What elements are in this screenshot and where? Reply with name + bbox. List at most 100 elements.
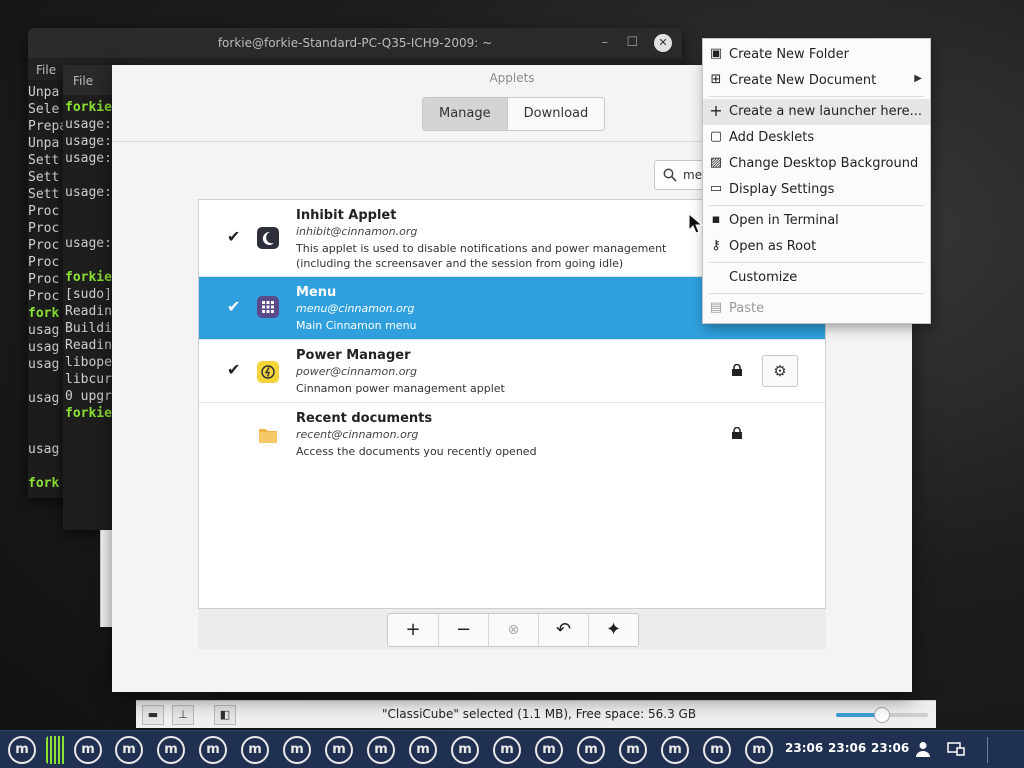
menu-item-create-launcher[interactable]: + Create a new launcher here... — [703, 99, 930, 125]
applet-uuid: inhibit@cinnamon.org — [296, 225, 418, 238]
applet-name: Power Manager — [296, 348, 411, 363]
close-icon[interactable]: ✕ — [654, 34, 672, 52]
menu-file[interactable]: File — [73, 74, 93, 88]
lock-icon — [732, 364, 742, 376]
zoom-slider[interactable] — [836, 707, 928, 723]
mint-launcher-icon[interactable]: m — [451, 736, 479, 764]
user-icon[interactable] — [916, 741, 930, 757]
mint-launcher-icon[interactable]: m — [325, 736, 353, 764]
mint-launcher-icon[interactable]: m — [157, 736, 185, 764]
terminal-titlebar[interactable]: forkie@forkie-Standard-PC-Q35-ICH9-2009:… — [28, 28, 682, 58]
menu-item-change-background[interactable]: ▨ Change Desktop Background — [703, 151, 930, 177]
mint-launcher-icon[interactable]: m — [535, 736, 563, 764]
mint-launcher-icon[interactable]: m — [115, 736, 143, 764]
menu-label: Create a new launcher here... — [729, 104, 923, 119]
mint-launcher-icon[interactable]: m — [619, 736, 647, 764]
search-icon — [663, 168, 677, 182]
mint-launcher-icon[interactable]: m — [409, 736, 437, 764]
file-manager-statusbar: ▬ ⊥ ◧ "ClassiCube" selected (1.1 MB), Fr… — [136, 700, 936, 728]
clear-button[interactable]: ⊗ — [488, 614, 538, 646]
mint-launcher-icon[interactable]: m — [661, 736, 689, 764]
menu-label: Open as Root — [729, 239, 817, 254]
mint-launcher-icon[interactable]: m — [577, 736, 605, 764]
applet-uuid: power@cinnamon.org — [296, 365, 417, 378]
search-value: me — [683, 168, 703, 182]
enabled-check-icon: ✔ — [227, 297, 241, 316]
menu-separator — [709, 96, 924, 97]
menu-item-display-settings[interactable]: ▭ Display Settings — [703, 177, 930, 203]
start-menu-icon[interactable]: m — [8, 736, 36, 764]
paste-icon: ▤ — [709, 300, 723, 315]
tree-toggle-button[interactable]: ⊥ — [172, 705, 194, 725]
grid-menu-icon — [257, 296, 279, 318]
clock[interactable]: 23:06 — [871, 741, 909, 755]
undo-button[interactable]: ↶ — [538, 614, 588, 646]
applet-description: Cinnamon power management applet — [296, 382, 505, 395]
folder-icon — [257, 424, 279, 446]
taskbar: 23:06 23:06 23:06 mmmmmmmmmmmmmmmmmm — [0, 730, 1024, 768]
menu-label: Create New Folder — [729, 47, 849, 62]
mint-launcher-icon[interactable]: m — [283, 736, 311, 764]
tab-manage[interactable]: Manage — [423, 98, 507, 130]
add-button[interactable]: + — [388, 614, 438, 646]
window-list-icon[interactable] — [46, 736, 66, 764]
hide-sidebar-button[interactable]: ◧ — [214, 705, 236, 725]
configure-button[interactable]: ⚙ — [762, 355, 798, 387]
applet-description: Main Cinnamon menu — [296, 319, 417, 332]
new-folder-icon: ▣ — [709, 46, 723, 61]
menu-item-create-document[interactable]: ⊞ Create New Document ▶ — [703, 68, 930, 94]
menu-label: Customize — [729, 270, 798, 285]
clock[interactable]: 23:06 — [828, 741, 866, 755]
enabled-check-icon: ✔ — [227, 360, 241, 379]
more-button[interactable]: ✦ — [588, 614, 638, 646]
menu-item-create-folder[interactable]: ▣ Create New Folder — [703, 42, 930, 68]
applet-name: Recent documents — [296, 411, 433, 426]
applet-toolbar: + − ⊗ ↶ ✦ — [198, 608, 826, 649]
mint-launcher-icon[interactable]: m — [199, 736, 227, 764]
image-icon: ▨ — [709, 155, 723, 170]
applet-uuid: menu@cinnamon.org — [296, 302, 415, 315]
menu-separator — [709, 205, 924, 206]
menu-separator — [709, 293, 924, 294]
mint-launcher-icon[interactable]: m — [703, 736, 731, 764]
minimize-icon[interactable]: – — [602, 28, 609, 58]
zoom-slider-knob[interactable] — [874, 707, 890, 723]
power-icon — [257, 361, 279, 383]
mint-launcher-icon[interactable]: m — [745, 736, 773, 764]
file-manager-edge — [100, 530, 112, 627]
menu-item-add-desklets[interactable]: ▢ Add Desklets — [703, 125, 930, 151]
menu-item-open-terminal[interactable]: ▪ Open in Terminal — [703, 208, 930, 234]
maximize-icon[interactable]: ☐ — [626, 28, 638, 58]
enabled-check-icon: ✔ — [227, 227, 241, 246]
mint-launcher-icon[interactable]: m — [367, 736, 395, 764]
key-icon: ⚷ — [711, 238, 721, 253]
remove-button[interactable]: − — [438, 614, 488, 646]
menu-file[interactable]: File — [36, 63, 56, 77]
display-icon[interactable] — [947, 742, 965, 756]
applet-description: Access the documents you recently opened — [296, 445, 537, 458]
status-text: "ClassiCube" selected (1.1 MB), Free spa… — [382, 707, 697, 721]
places-toggle-button[interactable]: ▬ — [142, 705, 164, 725]
menu-item-customize[interactable]: Customize — [703, 265, 930, 291]
plus-icon: + — [709, 101, 723, 120]
menu-separator — [709, 262, 924, 263]
mint-launcher-icon[interactable]: m — [493, 736, 521, 764]
menu-label: Paste — [729, 301, 765, 316]
gear-icon: ⚙ — [773, 362, 787, 380]
list-item[interactable]: ✔ Power Manager power@cinnamon.org Cinna… — [199, 340, 825, 403]
menu-label: Display Settings — [729, 182, 835, 197]
menu-label: Add Desklets — [729, 130, 815, 145]
mint-launcher-icon[interactable]: m — [74, 736, 102, 764]
menu-item-open-as-root[interactable]: ⚷ Open as Root — [703, 234, 930, 260]
mint-launcher-icon[interactable]: m — [241, 736, 269, 764]
moon-icon — [257, 227, 279, 249]
list-item[interactable]: Recent documents recent@cinnamon.org Acc… — [199, 403, 825, 466]
applet-description: This applet is used to disable notificat… — [296, 242, 667, 270]
submenu-arrow-icon: ▶ — [914, 73, 922, 84]
desklet-icon: ▢ — [709, 129, 723, 144]
tab-download[interactable]: Download — [506, 98, 605, 130]
new-document-icon: ⊞ — [710, 72, 722, 87]
menu-item-paste[interactable]: ▤ Paste — [703, 296, 930, 322]
clock[interactable]: 23:06 — [785, 741, 823, 755]
lock-icon — [732, 427, 742, 439]
